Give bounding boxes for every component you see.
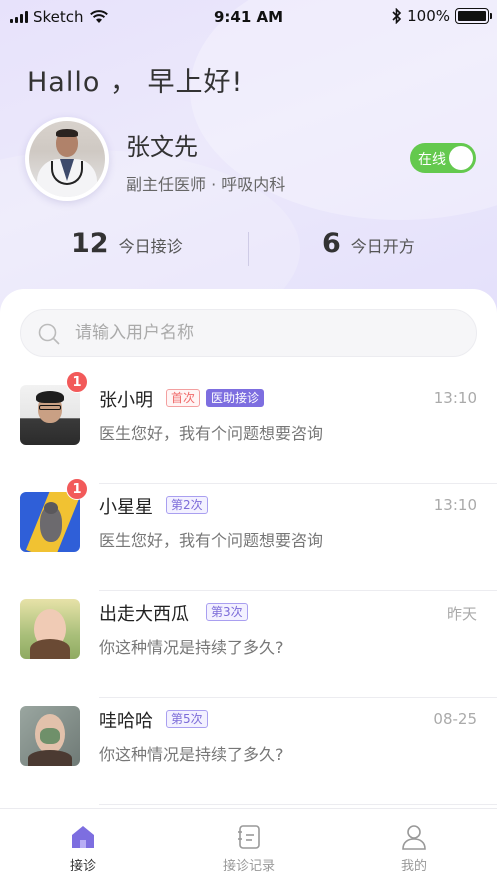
user-avatar xyxy=(20,492,80,552)
assistant-tag: 医助接诊 xyxy=(206,389,265,407)
conversation-name: 出走大西瓜 xyxy=(99,604,189,625)
stat-today-consultations[interactable]: 12 今日接诊 xyxy=(71,228,183,259)
doctor-title: 副主任医师 · 呼吸内科 xyxy=(126,175,286,194)
conversation-row[interactable]: 1 张小明 首次 医助接诊 13:10 医生您好，我有个问题想要咨询 xyxy=(0,371,497,484)
record-icon xyxy=(238,825,260,849)
search-input[interactable] xyxy=(75,310,465,356)
conversation-time: 13:10 xyxy=(433,496,477,514)
search-bar[interactable] xyxy=(20,309,477,357)
user-icon xyxy=(402,825,426,850)
tag-group: 首次 医助接诊 xyxy=(166,389,265,407)
stat-label: 今日接诊 xyxy=(118,237,183,256)
visit-tag: 第3次 xyxy=(206,603,248,621)
status-bar: Sketch 9:41 AM 100% xyxy=(0,0,497,34)
tag-group: 第3次 xyxy=(206,603,248,621)
conversation-name: 小星星 xyxy=(99,497,153,518)
bottom-tab-bar: 接诊 接诊记录 我的 xyxy=(0,808,497,883)
conversation-name: 哇哈哈 xyxy=(99,711,153,732)
user-avatar xyxy=(20,385,80,445)
conversation-row[interactable]: 哇哈哈 第5次 08-25 你这种情况是持续了多久? xyxy=(0,698,497,805)
visit-tag: 第5次 xyxy=(166,710,208,728)
tab-profile[interactable]: 我的 xyxy=(331,809,497,883)
tag-group: 第5次 xyxy=(166,710,208,728)
conversation-row[interactable]: 出走大西瓜 第3次 昨天 你这种情况是持续了多久? xyxy=(0,591,497,698)
stat-value: 6 xyxy=(322,228,341,259)
toggle-knob xyxy=(449,146,473,170)
conversation-time: 13:10 xyxy=(433,389,477,407)
stat-value: 12 xyxy=(71,228,109,259)
tab-reception[interactable]: 接诊 xyxy=(0,809,166,883)
tag-group: 第2次 xyxy=(166,496,208,514)
unread-badge: 1 xyxy=(66,371,88,393)
conversation-panel: 1 张小明 首次 医助接诊 13:10 医生您好，我有个问题想要咨询 1 小星星… xyxy=(0,289,497,883)
conversation-name: 张小明 xyxy=(99,390,153,411)
doctor-name: 张文先 xyxy=(126,133,198,161)
stats-divider xyxy=(248,232,249,266)
conversation-row[interactable]: 1 小星星 第2次 13:10 医生您好，我有个问题想要咨询 xyxy=(0,478,497,591)
online-status-label: 在线 xyxy=(418,152,446,168)
conversation-preview: 你这种情况是持续了多久? xyxy=(99,638,284,657)
online-status-toggle[interactable]: 在线 xyxy=(410,143,476,173)
conversation-time: 昨天 xyxy=(446,605,477,623)
tab-label: 接诊 xyxy=(69,859,96,874)
user-avatar xyxy=(20,599,80,659)
tab-label: 接诊记录 xyxy=(222,859,275,874)
battery-icon xyxy=(455,8,492,24)
battery-percent: 100% xyxy=(407,7,450,25)
conversation-preview: 医生您好，我有个问题想要咨询 xyxy=(99,424,324,443)
stat-today-prescriptions[interactable]: 6 今日开方 xyxy=(322,228,415,259)
unread-badge: 1 xyxy=(66,478,88,500)
visit-tag: 首次 xyxy=(166,389,201,407)
stat-label: 今日开方 xyxy=(350,237,415,256)
doctor-avatar[interactable] xyxy=(25,117,109,201)
search-icon xyxy=(38,323,60,345)
greeting-title: Hallo ， 早上好! xyxy=(27,67,244,98)
tab-label: 我的 xyxy=(400,859,427,874)
conversation-time: 08-25 xyxy=(433,710,477,728)
conversation-preview: 医生您好，我有个问题想要咨询 xyxy=(99,531,324,550)
stats-bar: 12 今日接诊 6 今日开方 xyxy=(0,228,497,270)
tab-records[interactable]: 接诊记录 xyxy=(166,809,332,883)
bluetooth-icon xyxy=(392,8,402,24)
conversation-preview: 你这种情况是持续了多久? xyxy=(99,745,284,764)
visit-tag: 第2次 xyxy=(166,496,208,514)
user-avatar xyxy=(20,706,80,766)
row-divider xyxy=(99,804,497,805)
home-icon xyxy=(72,826,94,848)
